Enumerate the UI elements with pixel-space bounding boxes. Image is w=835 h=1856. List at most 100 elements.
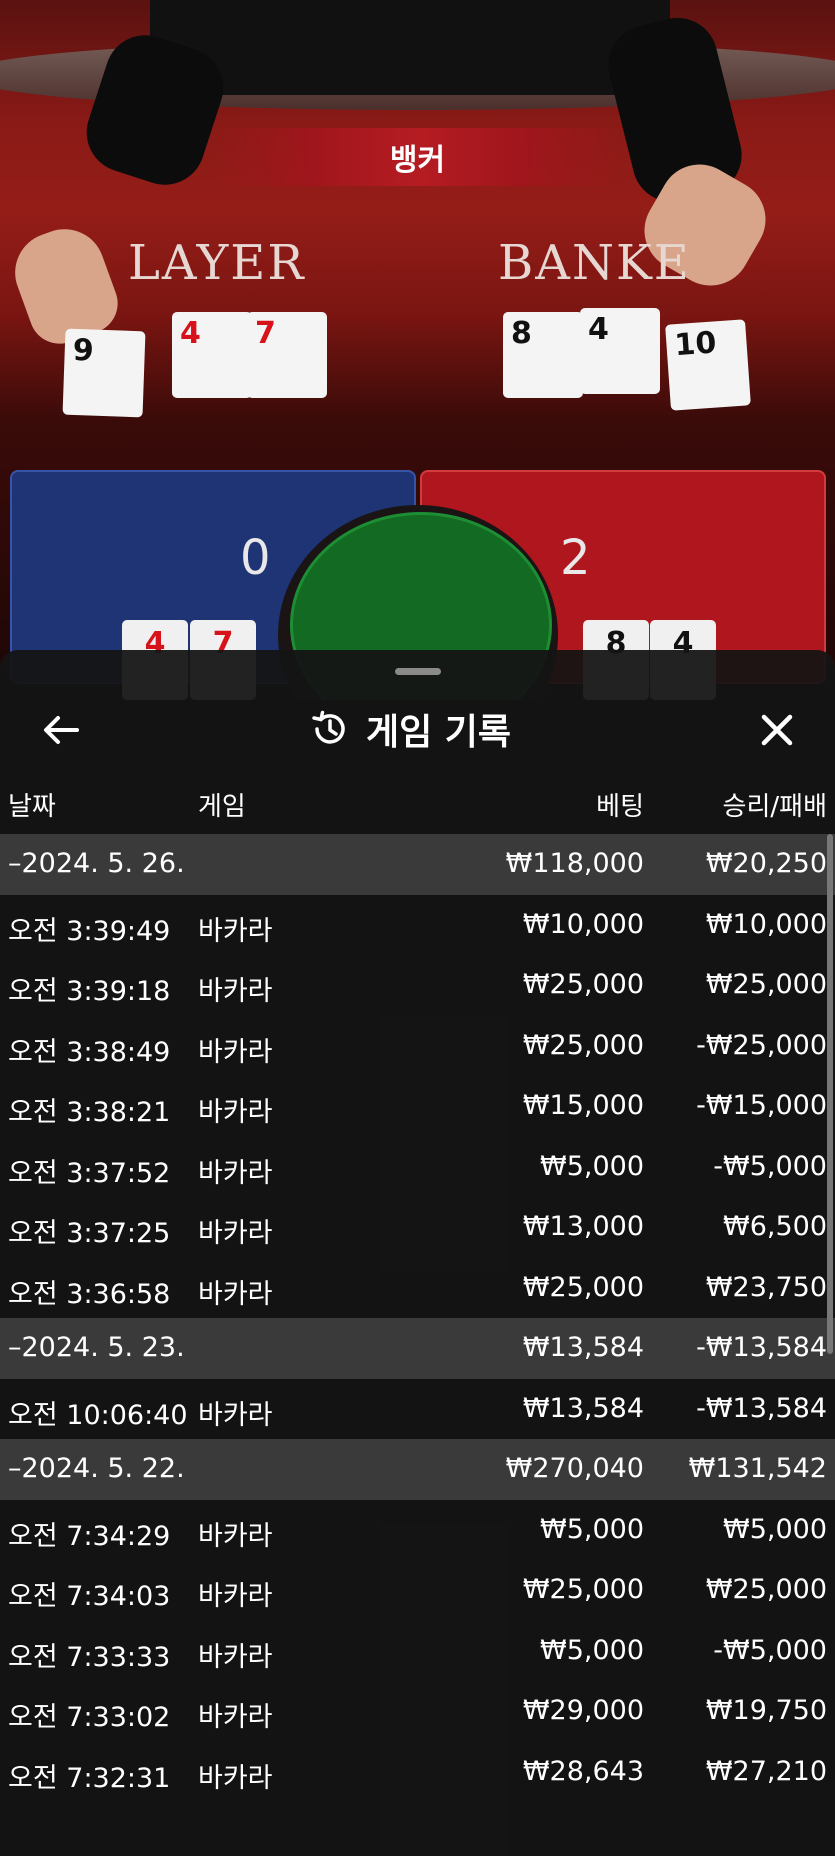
row-time: 오전 7:32:31 [8, 1762, 171, 1794]
date-group-label: –2024. 5. 23. [8, 1332, 185, 1363]
player-card-3: 7 [247, 312, 327, 398]
player-table-label: LAYER [128, 235, 306, 291]
row-time: 오전 7:34:29 [8, 1520, 171, 1552]
history-row[interactable]: 오전 7:34:03 바카라 ₩25,000 ₩25,000 [0, 1560, 835, 1621]
row-bet: ₩13,584 [522, 1392, 644, 1424]
date-group-row: –2024. 5. 22. ₩270,040 ₩131,542 [0, 1439, 835, 1500]
row-time: 오전 7:33:33 [8, 1641, 171, 1673]
row-game: 바카라 [198, 1641, 273, 1673]
history-row[interactable]: 오전 3:37:52 바카라 ₩5,000 -₩5,000 [0, 1137, 835, 1198]
banker-score: 2 [560, 530, 591, 586]
history-row[interactable]: 오전 3:39:18 바카라 ₩25,000 ₩25,000 [0, 955, 835, 1016]
column-header-result: 승리/패배 [722, 792, 827, 822]
row-time: 오전 3:36:58 [8, 1278, 171, 1310]
banker-card-2: 4 [580, 308, 660, 394]
row-result: ₩6,500 [723, 1211, 827, 1242]
history-row[interactable]: 오전 7:33:02 바카라 ₩29,000 ₩19,750 [0, 1681, 835, 1742]
row-time: 오전 3:37:25 [8, 1218, 171, 1249]
history-row[interactable]: 오전 10:06:40 바카라 ₩13,584 -₩13,584 [0, 1379, 835, 1440]
player-score: 0 [240, 530, 271, 586]
row-game: 바카라 [198, 1581, 273, 1612]
close-button[interactable] [752, 706, 802, 754]
row-bet: ₩29,000 [522, 1695, 644, 1726]
history-row[interactable]: 오전 7:33:33 바카라 ₩5,000 -₩5,000 [0, 1621, 835, 1682]
date-group-row: –2024. 5. 26. ₩118,000 ₩20,250 [0, 834, 835, 895]
row-result: ₩19,750 [705, 1695, 827, 1726]
player-card-2: 4 [172, 312, 252, 398]
row-bet: ₩5,000 [540, 1634, 644, 1666]
row-time: 오전 7:34:03 [8, 1581, 171, 1612]
row-bet: ₩25,000 [522, 1574, 644, 1605]
row-bet: ₩13,000 [522, 1211, 644, 1242]
row-game: 바카라 [198, 1520, 273, 1552]
sheet-title: 게임 기록 [366, 712, 512, 753]
date-group-label: –2024. 5. 26. [8, 848, 185, 879]
date-group-bet-total: ₩13,584 [522, 1332, 644, 1363]
row-result: ₩25,000 [705, 969, 827, 1000]
row-game: 바카라 [198, 1157, 273, 1189]
row-result: -₩15,000 [696, 1090, 827, 1121]
row-game: 바카라 [198, 1036, 273, 1068]
game-history-sheet: 게임 기록 날짜 게임 베팅 승리/패배 –2024. 5. 26. ₩118,0… [0, 650, 835, 1856]
row-result: -₩5,000 [713, 1150, 827, 1182]
date-group-row: –2024. 5. 23. ₩13,584 -₩13,584 [0, 1318, 835, 1379]
column-header-bet: 베팅 [596, 792, 644, 822]
row-bet: ₩25,000 [522, 969, 644, 1000]
row-game: 바카라 [198, 1399, 273, 1431]
history-row[interactable]: 오전 3:36:58 바카라 ₩25,000 ₩23,750 [0, 1258, 835, 1319]
winner-banner: 뱅커 [215, 128, 620, 186]
date-group-label: –2024. 5. 22. [8, 1453, 185, 1484]
row-result: ₩25,000 [705, 1574, 827, 1605]
row-time: 오전 3:37:52 [8, 1157, 171, 1189]
row-time: 오전 10:06:40 [8, 1399, 188, 1431]
sheet-drag-handle[interactable] [395, 668, 441, 675]
row-result: -₩5,000 [713, 1634, 827, 1666]
date-group-bet-total: ₩270,040 [505, 1453, 644, 1484]
history-list[interactable]: –2024. 5. 26. ₩118,000 ₩20,250 오전 3:39:49 바카… [0, 834, 835, 1802]
row-bet: ₩5,000 [540, 1513, 644, 1545]
row-result: -₩25,000 [696, 1029, 827, 1061]
date-group-result-total: ₩20,250 [705, 848, 827, 879]
history-icon [312, 710, 345, 744]
row-bet: ₩15,000 [522, 1090, 644, 1121]
sheet-title-group: 게임 기록 [310, 704, 511, 754]
row-time: 오전 7:33:02 [8, 1702, 171, 1733]
history-row[interactable]: 오전 3:37:25 바카라 ₩13,000 ₩6,500 [0, 1197, 835, 1258]
row-result: ₩5,000 [723, 1513, 827, 1545]
history-row[interactable]: 오전 3:39:49 바카라 ₩10,000 ₩10,000 [0, 895, 835, 956]
row-game: 바카라 [198, 1097, 273, 1128]
row-game: 바카라 [198, 1702, 273, 1733]
row-time: 오전 3:39:49 [8, 915, 171, 947]
date-group-result-total: ₩131,542 [688, 1453, 827, 1484]
history-row[interactable]: 오전 3:38:49 바카라 ₩25,000 -₩25,000 [0, 1016, 835, 1077]
row-game: 바카라 [198, 1218, 273, 1249]
column-header-date: 날짜 [8, 792, 56, 822]
row-result: ₩10,000 [705, 908, 827, 940]
row-game: 바카라 [198, 976, 273, 1007]
arrow-left-icon [44, 716, 79, 744]
sheet-header: 게임 기록 [0, 690, 835, 770]
banker-card-1: 8 [503, 312, 583, 398]
column-headers: 날짜 게임 베팅 승리/패배 [0, 780, 835, 824]
row-game: 바카라 [198, 1278, 273, 1310]
column-header-game: 게임 [198, 792, 246, 822]
row-bet: ₩25,000 [522, 1029, 644, 1061]
player-card-1: 9 [62, 328, 146, 418]
row-bet: ₩5,000 [540, 1150, 644, 1182]
history-row[interactable]: 오전 7:32:31 바카라 ₩28,643 ₩27,210 [0, 1742, 835, 1803]
game-video-background: 뱅커 LAYER BANKE 9 4 7 8 4 10 0 2 4 7 8 4 [0, 0, 835, 700]
row-time: 오전 3:39:18 [8, 976, 171, 1007]
date-group-result-total: -₩13,584 [696, 1332, 827, 1363]
row-result: ₩27,210 [705, 1755, 827, 1787]
row-result: ₩23,750 [705, 1271, 827, 1303]
banker-table-label: BANKE [498, 235, 691, 291]
row-game: 바카라 [198, 915, 273, 947]
history-row[interactable]: 오전 7:34:29 바카라 ₩5,000 ₩5,000 [0, 1500, 835, 1561]
back-button[interactable] [36, 708, 86, 752]
row-time: 오전 3:38:49 [8, 1036, 171, 1068]
history-row[interactable]: 오전 3:38:21 바카라 ₩15,000 -₩15,000 [0, 1076, 835, 1137]
row-bet: ₩25,000 [522, 1271, 644, 1303]
scrollbar[interactable] [827, 834, 833, 1354]
date-group-bet-total: ₩118,000 [505, 848, 644, 879]
row-bet: ₩28,643 [522, 1755, 644, 1787]
